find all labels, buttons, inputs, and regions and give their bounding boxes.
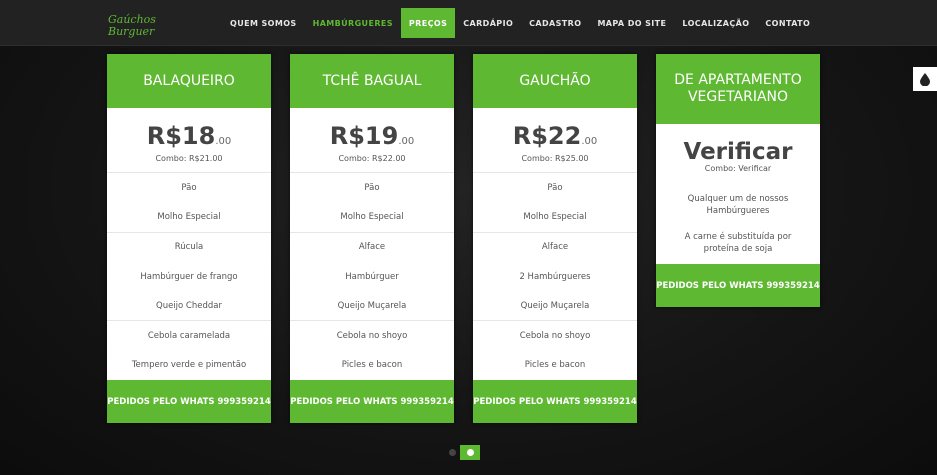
feature-item: Cebola caramelada	[147, 331, 231, 342]
price-value: R$18.00	[107, 124, 271, 154]
pricing-card-gauchao: GAUCHÃO R$22.00 Combo: R$25.00 Pão Molho…	[473, 54, 637, 424]
feature-item: Picles e bacon	[524, 360, 586, 371]
price-main: R$18	[146, 122, 216, 150]
feature-item: Molho Especial	[473, 202, 637, 233]
feature-item: Pão	[547, 182, 563, 193]
feature-item: Pão	[364, 182, 380, 193]
nav-cadastro[interactable]: CADASTRO	[521, 8, 589, 38]
feature-item: Cebola no shoyo	[519, 331, 591, 342]
combo-price: Combo: Verificar	[704, 164, 772, 173]
price-value: R$22.00	[473, 124, 637, 154]
price-value: R$19.00	[290, 124, 454, 154]
nav-quem-somos[interactable]: QUEM SOMOS	[222, 8, 305, 38]
nav-cardapio[interactable]: CARDÁPIO	[455, 8, 521, 38]
nav-precos[interactable]: PREÇOS	[400, 8, 456, 38]
order-whatsapp-button[interactable]: PEDIDOS PELO WHATS 999359214	[473, 380, 637, 424]
feature-item: Queijo Muçarela	[290, 291, 454, 322]
carousel-dot[interactable]	[449, 449, 456, 456]
carousel-pager	[449, 445, 480, 460]
feature-item: Pão	[181, 182, 197, 193]
order-whatsapp-button[interactable]: PEDIDOS PELO WHATS 999359214	[656, 264, 820, 307]
active-dot-marker	[466, 449, 474, 456]
feature-item: Molho Especial	[107, 202, 271, 233]
pricing-card-tche-bagual: TCHÊ BAGUAL R$19.00 Combo: R$22.00 Pão M…	[290, 54, 454, 424]
card-title: TCHÊ BAGUAL	[290, 54, 454, 108]
price-box: R$18.00 Combo: R$21.00	[107, 108, 271, 173]
price-box: R$22.00 Combo: R$25.00	[473, 108, 637, 173]
nav-contato[interactable]: CONTATO	[757, 8, 818, 38]
feature-item: Queijo Muçarela	[473, 291, 637, 322]
order-whatsapp-button[interactable]: PEDIDOS PELO WHATS 999359214	[290, 380, 454, 424]
card-title: BALAQUEIRO	[107, 54, 271, 108]
feature-item: Qualquer um de nossos Hambúrgueres	[687, 194, 789, 216]
price-box: R$19.00 Combo: R$22.00	[290, 108, 454, 173]
card-title: GAUCHÃO	[473, 54, 637, 108]
feature-item: A carne é substituída por proteína de so…	[684, 232, 792, 254]
nav-localizacao[interactable]: LOCALIZAÇÃO	[674, 8, 757, 38]
feature-item: Hambúrguer	[345, 271, 399, 282]
feature-item: Tempero verde e pimentão	[131, 360, 247, 371]
combo-price: Combo: R$22.00	[338, 154, 406, 163]
feature-item: Queijo Cheddar	[107, 291, 271, 322]
feature-item: Hambúrguer de frango	[140, 271, 238, 282]
card-title: DE APARTAMENTO VEGETARIANO	[656, 54, 820, 124]
carousel-dot-active[interactable]	[460, 445, 480, 460]
price-cents: .00	[581, 136, 598, 147]
price-box: Verificar Combo: Verificar	[656, 124, 820, 174]
combo-price: Combo: R$25.00	[521, 154, 589, 163]
feature-item: Alface	[541, 242, 569, 253]
feature-item: Cebola no shoyo	[336, 331, 408, 342]
brand-logo[interactable]: Gaúchos Burguer	[108, 14, 156, 38]
pricing-card-balaqueiro: BALAQUEIRO R$18.00 Combo: R$21.00 Pão Mo…	[107, 54, 271, 424]
price-cents: .00	[398, 136, 415, 147]
feature-item: 2 Hambúrgueres	[519, 271, 591, 282]
water-drop-icon	[920, 72, 930, 86]
pricing-card-vegetariano: DE APARTAMENTO VEGETARIANO Verificar Com…	[656, 54, 820, 307]
theme-toggle-button[interactable]	[913, 67, 937, 91]
nav-mapa-do-site[interactable]: MAPA DO SITE	[589, 8, 674, 38]
combo-price: Combo: R$21.00	[155, 154, 223, 163]
price-cents: .00	[215, 136, 232, 147]
price-main: R$19	[329, 122, 399, 150]
main-nav: QUEM SOMOS HAMBÚRGUERES PREÇOS CARDÁPIO …	[222, 8, 818, 38]
feature-item: Alface	[358, 242, 386, 253]
price-value: Verificar	[683, 139, 793, 165]
price-main: R$22	[512, 122, 582, 150]
feature-item: Picles e bacon	[341, 360, 403, 371]
order-whatsapp-button[interactable]: PEDIDOS PELO WHATS 999359214	[107, 380, 271, 424]
feature-item: Rúcula	[174, 242, 204, 253]
brand-line-2: Burguer	[108, 25, 155, 38]
top-navbar: Gaúchos Burguer QUEM SOMOS HAMBÚRGUERES …	[0, 0, 937, 46]
feature-item: Molho Especial	[290, 202, 454, 233]
nav-hamburgueres[interactable]: HAMBÚRGUERES	[305, 8, 401, 38]
